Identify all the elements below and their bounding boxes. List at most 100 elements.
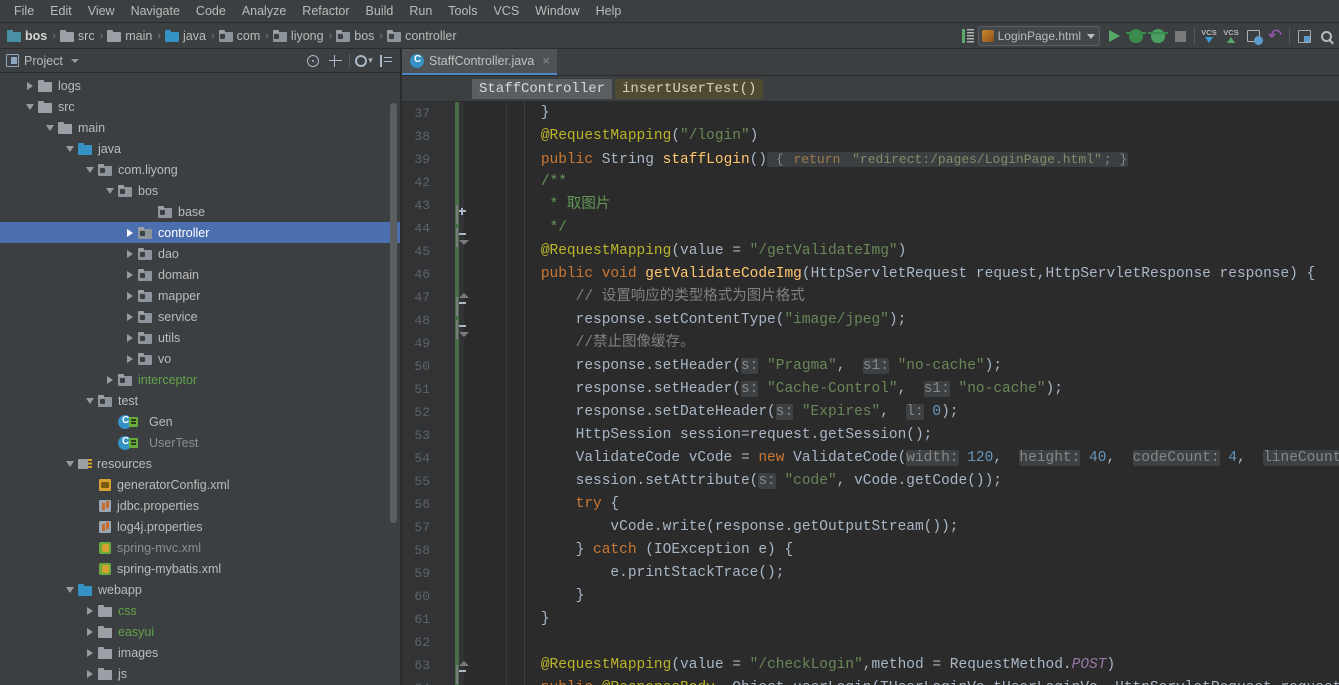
chevron-down-icon[interactable] bbox=[62, 146, 78, 152]
chevron-down-icon[interactable] bbox=[102, 188, 118, 194]
code-line[interactable]: response.setHeader(s: "Cache-Control", s… bbox=[464, 378, 1339, 401]
tree-item-resources[interactable]: resources bbox=[0, 453, 400, 474]
tree-item-base[interactable]: base bbox=[0, 201, 400, 222]
tree-item-logs[interactable]: logs bbox=[0, 75, 400, 96]
chevron-down-icon[interactable] bbox=[82, 398, 98, 404]
code-line[interactable]: @RequestMapping(value = "/getValidateImg… bbox=[464, 240, 1339, 263]
breadcrumb-item-main[interactable]: main bbox=[105, 28, 155, 44]
tree-item-utils[interactable]: utils bbox=[0, 327, 400, 348]
menu-navigate[interactable]: Navigate bbox=[123, 2, 188, 20]
hide-panel-icon[interactable] bbox=[376, 51, 396, 71]
code-line[interactable]: vCode.write(response.getOutputStream()); bbox=[464, 516, 1339, 539]
chevron-right-icon[interactable] bbox=[82, 670, 98, 678]
code-line[interactable]: * 取图片 bbox=[464, 194, 1339, 217]
tree-item-css[interactable]: css bbox=[0, 600, 400, 621]
update-project-icon[interactable] bbox=[1242, 25, 1264, 47]
breadcrumb-item-bos[interactable]: bos bbox=[5, 28, 50, 44]
code-line[interactable]: } bbox=[464, 585, 1339, 608]
search-icon[interactable] bbox=[1315, 25, 1337, 47]
tree-item-service[interactable]: service bbox=[0, 306, 400, 327]
tree-item-mapper[interactable]: mapper bbox=[0, 285, 400, 306]
code-line[interactable]: } catch (IOException e) { bbox=[464, 539, 1339, 562]
chevron-down-icon[interactable] bbox=[71, 59, 79, 63]
fold-expand-icon[interactable] bbox=[456, 206, 469, 219]
run-icon[interactable] bbox=[1103, 25, 1125, 47]
tree-item-generatorconfig-xml[interactable]: generatorConfig.xml bbox=[0, 474, 400, 495]
chevron-right-icon[interactable] bbox=[122, 292, 138, 300]
code-line[interactable]: HttpSession session=request.getSession()… bbox=[464, 424, 1339, 447]
code-line[interactable]: } bbox=[464, 608, 1339, 631]
menu-code[interactable]: Code bbox=[188, 2, 234, 20]
menu-build[interactable]: Build bbox=[358, 2, 402, 20]
chevron-right-icon[interactable] bbox=[122, 271, 138, 279]
code-line[interactable]: @RequestMapping(value = "/checkLogin",me… bbox=[464, 654, 1339, 677]
stacktrace-icon[interactable] bbox=[953, 25, 975, 47]
breadcrumb-item-java[interactable]: java bbox=[163, 28, 209, 44]
code-line[interactable]: response.setHeader(s: "Pragma", s1: "no-… bbox=[464, 355, 1339, 378]
code-line[interactable]: public @ResponseBody Object userLogin(TU… bbox=[464, 677, 1339, 685]
code-editor[interactable]: } @RequestMapping("/login") public Strin… bbox=[464, 102, 1339, 685]
chevron-right-icon[interactable] bbox=[122, 250, 138, 258]
code-line[interactable]: response.setContentType("image/jpeg"); bbox=[464, 309, 1339, 332]
code-line[interactable]: session.setAttribute(s: "code", vCode.ge… bbox=[464, 470, 1339, 493]
code-line[interactable]: @RequestMapping("/login") bbox=[464, 125, 1339, 148]
chevron-down-icon[interactable] bbox=[42, 125, 58, 131]
chevron-right-icon[interactable] bbox=[122, 229, 138, 237]
tree-item-dao[interactable]: dao bbox=[0, 243, 400, 264]
breadcrumb-item-bos[interactable]: bos bbox=[334, 28, 377, 44]
undo-icon[interactable]: ↶ bbox=[1264, 25, 1286, 47]
tree-item-vo[interactable]: vo bbox=[0, 348, 400, 369]
tree-item-gen[interactable]: Gen bbox=[0, 411, 400, 432]
debug-icon[interactable] bbox=[1125, 25, 1147, 47]
code-line[interactable]: } bbox=[464, 102, 1339, 125]
code-line[interactable] bbox=[464, 631, 1339, 654]
collapse-all-icon[interactable] bbox=[325, 51, 345, 71]
editor-tab-staffcontroller[interactable]: StaffController.java × bbox=[402, 49, 557, 75]
tree-item-spring-mvc-xml[interactable]: spring-mvc.xml bbox=[0, 537, 400, 558]
tree-item-main[interactable]: main bbox=[0, 117, 400, 138]
menu-refactor[interactable]: Refactor bbox=[294, 2, 357, 20]
settings-gear-icon[interactable]: ▾ bbox=[354, 51, 374, 71]
chevron-down-icon[interactable] bbox=[62, 461, 78, 467]
menu-file[interactable]: File bbox=[6, 2, 42, 20]
breadcrumb-item-src[interactable]: src bbox=[58, 28, 98, 44]
tree-item-js[interactable]: js bbox=[0, 663, 400, 684]
tree-item-usertest[interactable]: UserTest bbox=[0, 432, 400, 453]
tree-item-log4j-properties[interactable]: log4j.properties bbox=[0, 516, 400, 537]
tree-item-jdbc-properties[interactable]: jdbc.properties bbox=[0, 495, 400, 516]
chevron-right-icon[interactable] bbox=[22, 82, 38, 90]
breadcrumb-item-controller[interactable]: controller bbox=[385, 28, 459, 44]
tree-item-bos[interactable]: bos bbox=[0, 180, 400, 201]
tree-item-domain[interactable]: domain bbox=[0, 264, 400, 285]
vcs-commit-icon[interactable]: VCS bbox=[1220, 25, 1242, 47]
menu-analyze[interactable]: Analyze bbox=[234, 2, 294, 20]
fold-collapse-icon-4[interactable] bbox=[456, 666, 469, 679]
tree-item-test[interactable]: test bbox=[0, 390, 400, 411]
chevron-down-icon[interactable] bbox=[82, 167, 98, 173]
stop-icon[interactable] bbox=[1169, 25, 1191, 47]
menu-run[interactable]: Run bbox=[401, 2, 440, 20]
breadcrumb-method[interactable]: insertUserTest() bbox=[615, 79, 763, 99]
code-line[interactable]: e.printStackTrace(); bbox=[464, 562, 1339, 585]
close-icon[interactable]: × bbox=[542, 56, 550, 66]
project-tree-scrollbar[interactable] bbox=[390, 103, 397, 523]
tree-item-images[interactable]: images bbox=[0, 642, 400, 663]
chevron-right-icon[interactable] bbox=[122, 313, 138, 321]
fold-collapse-icon-2[interactable] bbox=[456, 298, 469, 311]
breadcrumb-item-com[interactable]: com bbox=[217, 28, 264, 44]
menu-edit[interactable]: Edit bbox=[42, 2, 80, 20]
tree-item-src[interactable]: src bbox=[0, 96, 400, 117]
tree-item-easyui[interactable]: easyui bbox=[0, 621, 400, 642]
code-line[interactable]: public void getValidateCodeImg(HttpServl… bbox=[464, 263, 1339, 286]
chevron-right-icon[interactable] bbox=[82, 607, 98, 615]
breadcrumb-class[interactable]: StaffController bbox=[472, 79, 612, 99]
tree-item-webapp[interactable]: webapp bbox=[0, 579, 400, 600]
code-line[interactable]: try { bbox=[464, 493, 1339, 516]
breadcrumb-item-liyong[interactable]: liyong bbox=[271, 28, 327, 44]
menu-vcs[interactable]: VCS bbox=[485, 2, 527, 20]
run-configuration-selector[interactable]: LoginPage.html bbox=[978, 26, 1100, 46]
vcs-update-icon[interactable]: VCS bbox=[1198, 25, 1220, 47]
code-line[interactable]: // 设置响应的类型格式为图片格式 bbox=[464, 286, 1339, 309]
chevron-right-icon[interactable] bbox=[122, 355, 138, 363]
tree-item-interceptor[interactable]: interceptor bbox=[0, 369, 400, 390]
